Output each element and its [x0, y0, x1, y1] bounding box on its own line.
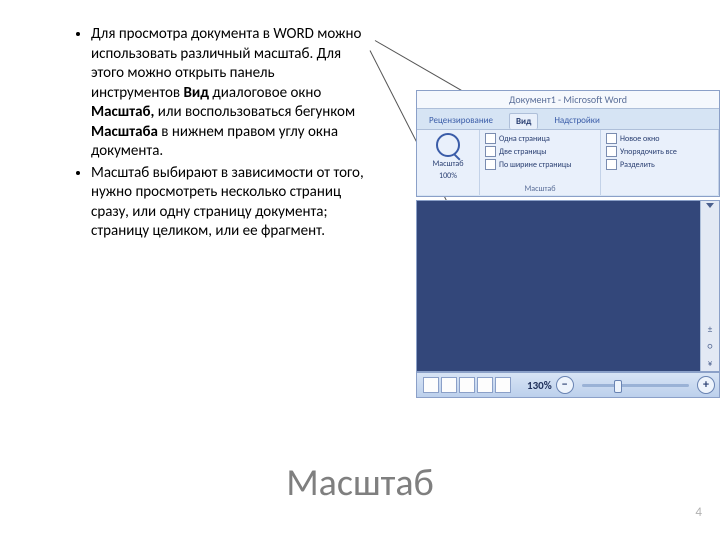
arrange-all-button[interactable]: Упорядочить все — [606, 146, 713, 157]
bullet-list: Для просмотра документа в WORD можно исп… — [75, 25, 365, 244]
page-width-button[interactable]: По ширине страницы — [485, 159, 595, 170]
zoom-button[interactable]: Масштаб 100% — [422, 133, 474, 193]
bullet-1: Для просмотра документа в WORD можно исп… — [91, 25, 365, 162]
word-ribbon-screenshot: Документ1 - Microsoft Word Рецензировани… — [416, 90, 720, 197]
bullet-2: Масштаб выбирают в зависимости от того, … — [91, 164, 365, 242]
vertical-scrollbar[interactable]: ± ○ ¥ — [700, 201, 719, 371]
zoom-percentage[interactable]: 130% — [527, 379, 552, 392]
view-mode-button[interactable] — [495, 377, 511, 393]
split-button[interactable]: Разделить — [606, 159, 713, 170]
magnifier-icon — [436, 133, 460, 157]
one-page-button[interactable]: Одна страница — [485, 133, 595, 144]
slide-title: Масштаб — [0, 460, 720, 506]
tab-addins[interactable]: Надстройки — [548, 113, 606, 129]
ribbon-body: Масштаб 100% Одна страница Две страницы … — [417, 129, 719, 195]
zoom-out-button[interactable]: − — [556, 376, 574, 394]
ribbon-tabs: Рецензирование Вид Надстройки — [417, 109, 719, 129]
zoom-slider[interactable] — [582, 384, 689, 387]
document-viewport: ± ○ ¥ — [416, 200, 720, 372]
status-bar: 130% − + — [416, 372, 720, 398]
new-window-button[interactable]: Новое окно — [606, 133, 713, 144]
group-label-zoom: Масштаб — [480, 184, 600, 194]
view-mode-button[interactable] — [441, 377, 457, 393]
browse-mark[interactable]: ○ — [708, 341, 713, 352]
view-mode-button[interactable] — [423, 377, 439, 393]
browse-mark[interactable]: ¥ — [708, 358, 713, 369]
browse-mark[interactable]: ± — [708, 324, 712, 335]
view-mode-button[interactable] — [477, 377, 493, 393]
doc-title: Документ1 - Microsoft Word — [417, 91, 719, 109]
view-mode-button[interactable] — [459, 377, 475, 393]
tab-view[interactable]: Вид — [509, 113, 538, 129]
zoom-in-button[interactable]: + — [697, 376, 715, 394]
zoom-slider-thumb[interactable] — [614, 380, 622, 393]
two-pages-button[interactable]: Две страницы — [485, 146, 595, 157]
page-number: 4 — [695, 505, 702, 520]
scroll-down-icon[interactable] — [706, 203, 714, 208]
tab-review[interactable]: Рецензирование — [423, 113, 499, 129]
document-page — [417, 201, 700, 371]
